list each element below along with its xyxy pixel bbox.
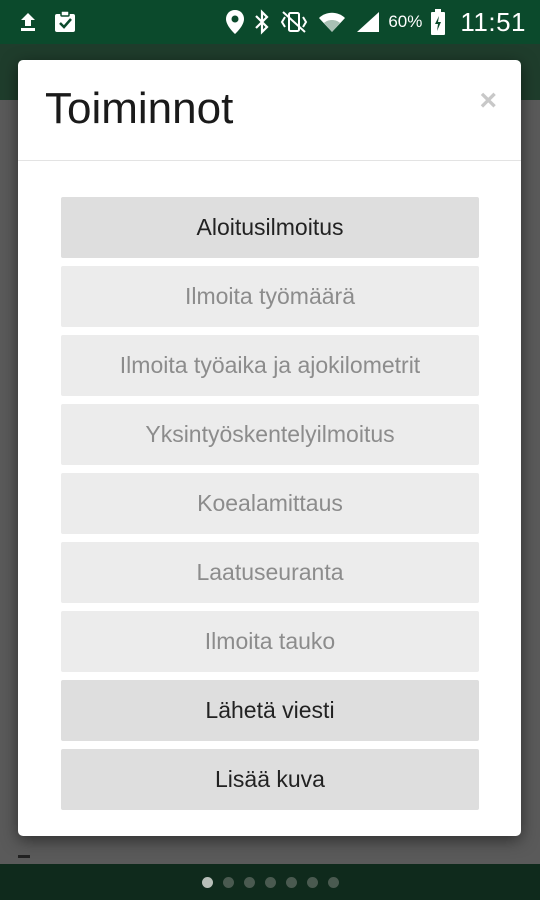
clipboard-check-icon	[52, 10, 78, 34]
action-button-2: Ilmoita työaika ja ajokilometrit	[61, 335, 479, 396]
action-button-1: Ilmoita työmäärä	[61, 266, 479, 327]
close-button[interactable]: ×	[479, 86, 497, 116]
actions-dialog: Toiminnot × Aloitusilmoitus Ilmoita työmä…	[18, 60, 521, 836]
action-button-4: Koealamittaus	[61, 473, 479, 534]
status-bar: 60% 11:51	[0, 0, 540, 44]
action-button-0[interactable]: Aloitusilmoitus	[61, 197, 479, 258]
page-dot-4[interactable]	[264, 876, 276, 888]
action-button-3: Yksintyöskentelyilmoitus	[61, 404, 479, 465]
battery-charging-icon	[431, 9, 446, 35]
dialog-title: Toiminnot	[45, 84, 234, 133]
vibrate-icon	[279, 10, 309, 34]
battery-percent: 60%	[388, 12, 423, 31]
dialog-body: Aloitusilmoitus Ilmoita työmäärä Ilmoita t…	[18, 161, 521, 810]
dialog-header: Toiminnot ×	[18, 60, 521, 161]
page-dot-3[interactable]	[243, 876, 255, 888]
wifi-icon	[318, 10, 346, 34]
clock: 11:51	[460, 6, 526, 37]
action-button-8[interactable]: Lisää kuva	[61, 749, 479, 810]
upload-icon	[16, 10, 40, 34]
app-content-fragment	[18, 855, 30, 858]
action-button-7[interactable]: Lähetä viesti	[61, 680, 479, 741]
page-dot-1[interactable]	[201, 876, 213, 888]
page-dot-7[interactable]	[327, 876, 339, 888]
page-dot-6[interactable]	[306, 876, 318, 888]
location-icon	[225, 9, 245, 35]
bluetooth-icon	[254, 9, 270, 35]
page-dot-5[interactable]	[285, 876, 297, 888]
action-button-5: Laatuseuranta	[61, 542, 479, 603]
signal-icon	[355, 10, 381, 34]
action-button-6: Ilmoita tauko	[61, 611, 479, 672]
page-dot-2[interactable]	[222, 876, 234, 888]
page-indicator	[0, 864, 540, 900]
